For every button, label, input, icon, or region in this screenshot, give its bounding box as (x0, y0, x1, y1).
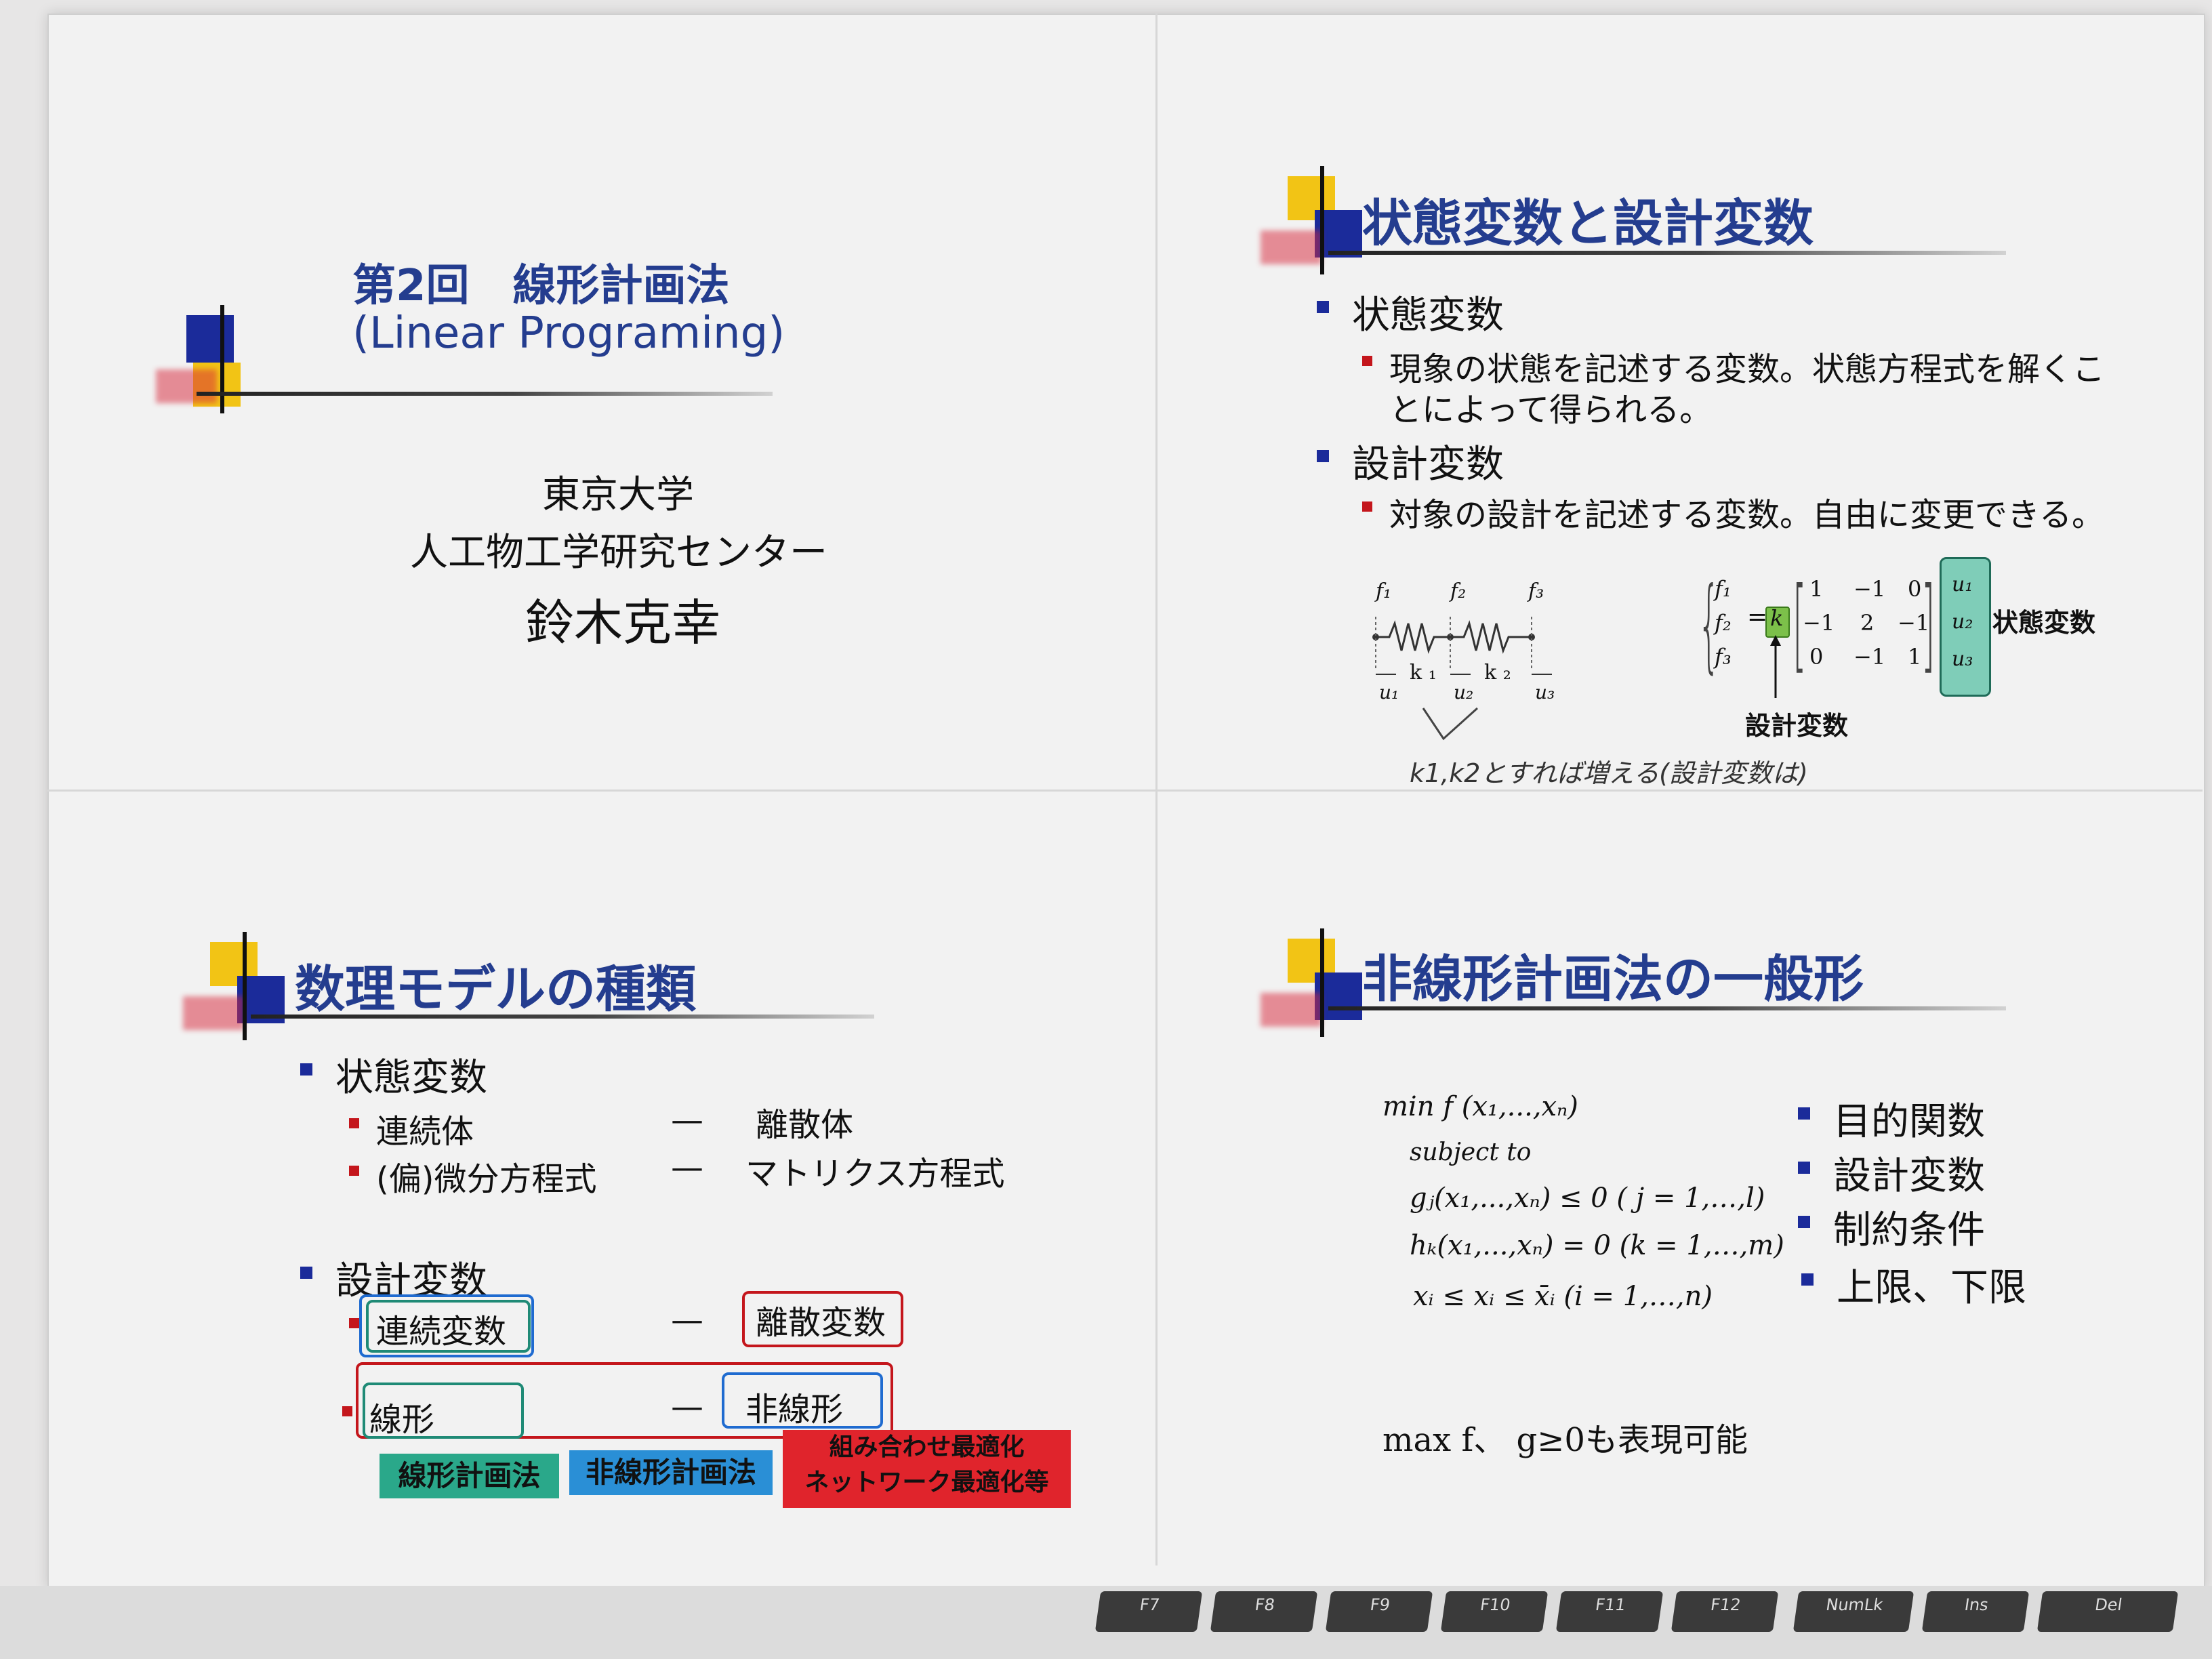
legend-design-variable: 設計変数 (1798, 1145, 1985, 1200)
design-arrow (1770, 635, 1781, 698)
item-linear: 線形 (342, 1393, 434, 1440)
state-desc-continued: とによって得られる。 (1389, 391, 1713, 429)
handwritten-check (1422, 707, 1479, 741)
max-note: max f、 g≥0も表現可能 (1382, 1421, 1748, 1459)
key-numlock[interactable]: NumLk (1793, 1591, 1914, 1632)
matrix-r2c2: 2 (1860, 610, 1875, 636)
equality-constraint: hₖ(x₁,...,xₙ) = 0 (k = 1,…,m) (1410, 1230, 1784, 1261)
equals-sign: = (1747, 603, 1768, 631)
bullet-design-variable: 設計変数 (1317, 434, 1504, 489)
u-vector-1: u₁ (1952, 573, 1973, 596)
dash: — (671, 1149, 703, 1187)
item-matrix-eq: マトリクス方程式 (745, 1155, 1005, 1193)
sub-bullet-design-desc: 対象の設計を記述する変数。自由に変更できる。 (1361, 488, 2104, 535)
key-f12[interactable]: F12 (1671, 1591, 1779, 1632)
matrix-r2c1: −1 (1803, 610, 1835, 636)
matrix-r3c3: 1 (1908, 644, 1922, 670)
horizontal-fold (47, 790, 2203, 792)
key-f8[interactable]: F8 (1210, 1591, 1318, 1632)
key-f9[interactable]: F9 (1325, 1591, 1433, 1632)
disp-label-u2: u₂ (1454, 681, 1474, 703)
f-vector-3: f₃ (1715, 644, 1732, 670)
dash: — (671, 1388, 703, 1426)
inequality-constraint: gⱼ(x₁,...,xₙ) ≤ 0 ( j = 1,…,l) (1410, 1183, 1765, 1214)
f-vector-1: f₁ (1715, 576, 1732, 602)
item-discrete: 離散体 (756, 1106, 854, 1144)
disp-label-u1: u₁ (1379, 681, 1399, 703)
matrix-r1c3: 0 (1908, 576, 1922, 602)
matrix-r1c1: 1 (1809, 576, 1824, 602)
key-insert[interactable]: Ins (1921, 1591, 2030, 1632)
author-name: 鈴木克幸 (525, 594, 721, 651)
design-variable-label: 設計変数 (1745, 711, 1849, 741)
u-vector-3: u₃ (1952, 647, 1973, 671)
k-variable: k (1770, 605, 1784, 631)
key-f10[interactable]: F10 (1440, 1591, 1549, 1632)
tag3-line1: 組み合わせ最適化 (829, 1433, 1025, 1461)
objective-equation: min f (x₁,...,xₙ) (1382, 1091, 1578, 1122)
key-delete[interactable]: Del (2036, 1591, 2179, 1632)
lecture-subtitle: (Linear Programing) (352, 308, 785, 359)
subject-to: subject to (1410, 1139, 1532, 1166)
legend-bounds: 上限、下限 (1801, 1257, 2026, 1312)
dash: — (671, 1101, 703, 1139)
item-continuous-variable: 連続変数 (348, 1305, 506, 1352)
state-variable-label: 状態変数 (1992, 608, 2096, 638)
force-label-f2: f₂ (1450, 579, 1467, 603)
dash: — (671, 1301, 703, 1339)
legend-objective: 目的関数 (1798, 1091, 1985, 1146)
tag-combinatorial-optimization: 組み合わせ最適化 ネットワーク最適化等 (783, 1430, 1071, 1508)
bound-constraint: xᵢ ≤ xᵢ ≤ x̄ᵢ (i = 1,…,n) (1413, 1281, 1713, 1312)
u-vector-2: u₂ (1952, 610, 1973, 634)
legend-constraint: 制約条件 (1798, 1200, 1985, 1254)
tag3-line2: ネットワーク最適化等 (804, 1469, 1049, 1496)
item-discrete-variable: 離散変数 (756, 1304, 886, 1342)
tag-nonlinear-programming: 非線形計画法 (569, 1450, 773, 1495)
affiliation-university: 東京大学 (542, 473, 694, 517)
item-continuum: 連続体 (348, 1105, 474, 1152)
matrix-r3c2: −1 (1853, 644, 1886, 670)
lecture-title: 第2回 線形計画法 (352, 261, 730, 311)
item-nonlinear: 非線形 (745, 1391, 844, 1429)
force-label-f3: f₃ (1528, 579, 1544, 603)
disp-label-u3: u₃ (1535, 681, 1555, 703)
stiffness-label-k1: k ₁ (1410, 661, 1437, 684)
force-label-f1: f₁ (1376, 579, 1392, 603)
bullet-state-variable: 状態変数 (300, 1047, 487, 1102)
stiffness-label-k2: k ₂ (1484, 661, 1511, 684)
key-f11[interactable]: F11 (1555, 1591, 1664, 1632)
f-vector-2: f₂ (1715, 610, 1732, 636)
key-f7[interactable]: F7 (1094, 1591, 1203, 1632)
handwritten-note: k1,k2とすれば増える(設計変数は) (1410, 758, 1808, 788)
bullet-state-variable: 状態変数 (1317, 285, 1504, 340)
bracket-right: ] (1921, 566, 1936, 684)
affiliation-center: 人工物工学研究センター (410, 531, 827, 575)
slide-title: 数理モデルの種類 (295, 960, 696, 1019)
matrix-r3c1: 0 (1809, 644, 1824, 670)
item-pde: (偏)微分方程式 (348, 1152, 596, 1200)
matrix-r1c2: −1 (1853, 576, 1886, 602)
slide-title: 非線形計画法の一般形 (1362, 950, 1864, 1008)
slide-title: 状態変数と設計変数 (1362, 194, 1814, 253)
title-rule (197, 392, 773, 396)
tag-linear-programming: 線形計画法 (380, 1454, 559, 1498)
